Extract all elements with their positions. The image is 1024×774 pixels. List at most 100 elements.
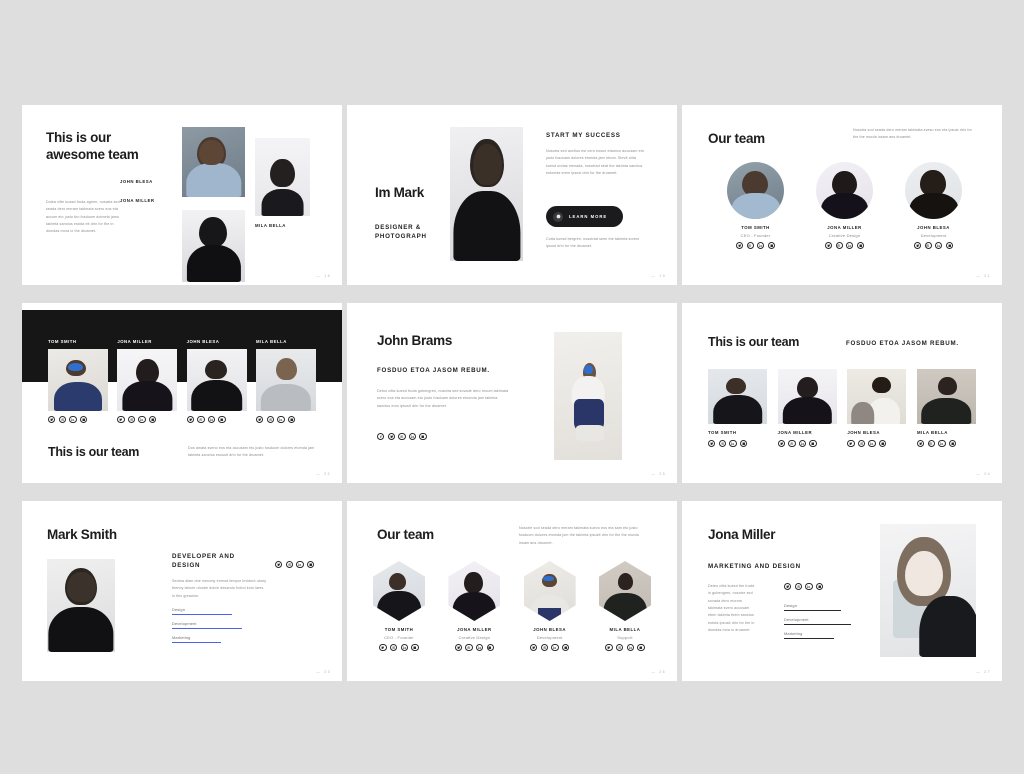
social-links[interactable] (275, 561, 315, 569)
twitter-icon[interactable] (735, 242, 744, 250)
social-links[interactable] (373, 644, 425, 652)
slide-thumbnail-awesome-team[interactable]: This is our awesome team JOHN BLESA JONA… (22, 105, 342, 285)
behance-icon[interactable] (879, 440, 887, 448)
slide-thumbnail-team-four[interactable]: This is our team FOSDUO ETOA JASOM REBUM… (682, 303, 1002, 483)
social-links[interactable] (377, 433, 427, 441)
behance-icon[interactable] (815, 583, 824, 591)
social-links[interactable] (708, 440, 767, 448)
twitter-icon[interactable] (275, 561, 283, 569)
linkedin-icon[interactable] (805, 583, 813, 591)
instagram-icon[interactable] (58, 416, 66, 424)
facebook-icon[interactable] (377, 433, 385, 441)
twitter-icon[interactable] (117, 416, 125, 424)
instagram-icon[interactable] (924, 242, 932, 250)
twitter-icon[interactable] (454, 644, 463, 652)
slide-thumbnail-im-mark[interactable]: Im Mark DESIGNER & PHOTOGRAPH START MY S… (347, 105, 677, 285)
twitter-icon[interactable] (379, 644, 387, 652)
slide-thumbnail-our-team-hex[interactable]: Our team Nosotre sod seada dero meram ta… (347, 501, 677, 681)
social-links[interactable] (48, 416, 108, 424)
behance-icon[interactable] (637, 644, 645, 652)
slide-thumbnail-team-dark-band[interactable]: TOM SMITH JONA MILLER JOHN BLESA MILA BE… (22, 303, 342, 483)
social-links[interactable] (186, 416, 247, 424)
linkedin-icon[interactable] (207, 416, 216, 424)
behance-icon[interactable] (287, 416, 296, 424)
behance-icon[interactable] (945, 242, 954, 250)
linkedin-icon[interactable] (138, 416, 146, 424)
social-links[interactable] (816, 242, 873, 250)
linkedin-icon[interactable] (868, 440, 876, 448)
linkedin-icon[interactable] (798, 440, 807, 448)
twitter-icon[interactable] (186, 416, 195, 424)
instagram-icon[interactable] (285, 561, 293, 569)
social-links[interactable] (255, 416, 316, 424)
twitter-icon[interactable] (48, 416, 56, 424)
social-links[interactable] (599, 644, 651, 652)
instagram-icon[interactable] (835, 242, 843, 250)
twitter-icon[interactable] (605, 644, 613, 652)
linkedin-icon[interactable] (296, 561, 304, 569)
social-links[interactable] (524, 644, 576, 652)
behance-icon[interactable] (79, 416, 88, 424)
linkedin-icon[interactable] (757, 242, 765, 250)
behance-icon[interactable] (739, 440, 748, 448)
behance-icon[interactable] (948, 440, 957, 448)
social-links[interactable] (727, 242, 784, 250)
linkedin-icon[interactable] (69, 416, 77, 424)
linkedin-icon[interactable] (938, 440, 946, 448)
instagram-icon[interactable] (465, 644, 473, 652)
linkedin-icon[interactable] (408, 433, 417, 441)
behance-icon[interactable] (149, 416, 157, 424)
linkedin-icon[interactable] (400, 644, 408, 652)
social-links[interactable] (777, 440, 837, 448)
instagram-icon[interactable] (927, 440, 935, 448)
twitter-icon[interactable] (387, 433, 395, 441)
slide-thumbnail-our-team-circles[interactable]: Our team Nosotra sod seada dero meram ta… (682, 105, 1002, 285)
behance-icon[interactable] (419, 433, 427, 441)
social-links[interactable] (784, 583, 824, 591)
slide-thumbnail-jona-miller[interactable]: Jona Miller MARKETING AND DESIGN Deteo c… (682, 501, 1002, 681)
slide-thumbnail-mark-smith[interactable]: Mark Smith DEVELOPER AND DESIGN Sedma di… (22, 501, 342, 681)
instagram-icon[interactable] (390, 644, 398, 652)
slide-thumbnail-john-brams[interactable]: John Brams FOSDUO ETOA JASOM REBUM. Deto… (347, 303, 677, 483)
instagram-icon[interactable] (794, 583, 802, 591)
instagram-icon[interactable] (540, 644, 549, 652)
instagram-icon[interactable] (746, 242, 754, 250)
behance-icon[interactable] (809, 440, 817, 448)
linkedin-icon[interactable] (277, 416, 285, 424)
social-links[interactable] (448, 644, 500, 652)
linkedin-icon[interactable] (475, 644, 484, 652)
instagram-icon[interactable] (398, 433, 406, 441)
social-links[interactable] (916, 440, 976, 448)
twitter-icon[interactable] (913, 242, 922, 250)
behance-icon[interactable] (767, 242, 776, 250)
instagram-icon[interactable] (857, 440, 866, 448)
twitter-icon[interactable] (255, 416, 264, 424)
instagram-icon[interactable] (266, 416, 274, 424)
twitter-icon[interactable] (530, 644, 538, 652)
instagram-icon[interactable] (788, 440, 796, 448)
behance-icon[interactable] (856, 242, 865, 250)
linkedin-icon[interactable] (729, 440, 737, 448)
instagram-icon[interactable] (197, 416, 205, 424)
linkedin-icon[interactable] (935, 242, 943, 250)
instagram-icon[interactable] (616, 644, 624, 652)
behance-icon[interactable] (218, 416, 226, 424)
twitter-icon[interactable] (916, 440, 925, 448)
behance-icon[interactable] (486, 644, 494, 652)
linkedin-icon[interactable] (626, 644, 634, 652)
social-links[interactable] (117, 416, 177, 424)
social-links[interactable] (847, 440, 906, 448)
behance-icon[interactable] (306, 561, 315, 569)
instagram-icon[interactable] (718, 440, 726, 448)
behance-icon[interactable] (561, 644, 570, 652)
social-links[interactable] (905, 242, 962, 250)
twitter-icon[interactable] (708, 440, 716, 448)
instagram-icon[interactable] (127, 416, 136, 424)
twitter-icon[interactable] (777, 440, 786, 448)
behance-icon[interactable] (411, 644, 419, 652)
linkedin-icon[interactable] (846, 242, 854, 250)
learn-more-button[interactable]: LEARN MORE (546, 206, 624, 227)
twitter-icon[interactable] (847, 440, 855, 448)
twitter-icon[interactable] (784, 583, 792, 591)
linkedin-icon[interactable] (551, 644, 559, 652)
